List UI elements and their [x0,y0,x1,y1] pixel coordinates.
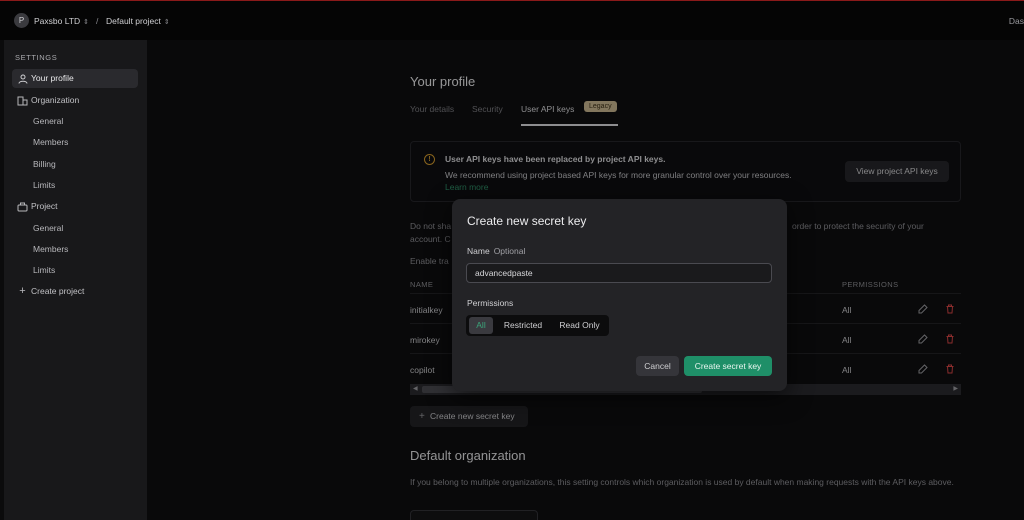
top-bar: P Paxsbo LTD ⇕ / Default project ⇕ Das [0,0,1024,40]
permissions-label: Permissions [467,298,514,308]
optional-hint: Optional [493,246,526,256]
sidebar-item-org-billing[interactable]: Billing [33,155,56,174]
permission-option-all[interactable]: All [469,317,493,334]
create-secret-key-dialog: Create new secret key NameOptional Permi… [452,199,787,391]
chevron-updown-icon: ⇕ [163,19,170,26]
breadcrumb-separator: / [96,16,99,26]
sidebar-item-your-profile[interactable]: Your profile [12,69,138,88]
sidebar-item-label: Create project [31,286,85,296]
sidebar-item-project[interactable]: Project [12,197,138,216]
create-secret-key-button[interactable]: Create secret key [684,356,772,376]
name-label: Name Optional [467,246,525,256]
org-name: Paxsbo LTD [34,16,81,26]
sidebar-item-org-limits[interactable]: Limits [33,176,55,195]
sidebar-item-label: Project [31,201,58,211]
settings-sidebar: SETTINGS Your profile Organization Gener… [4,40,147,520]
sidebar-item-project-general[interactable]: General [33,219,63,238]
sidebar-item-org-general[interactable]: General [33,112,63,131]
dialog-title: Create new secret key [467,214,587,228]
permission-option-restricted[interactable]: Restricted [496,317,550,334]
project-name: Default project [106,16,161,26]
sidebar-item-project-limits[interactable]: Limits [33,261,55,280]
cancel-button[interactable]: Cancel [636,356,679,376]
permission-option-read-only[interactable]: Read Only [553,317,606,334]
project-switcher[interactable]: Default project ⇕ [106,16,170,26]
plus-icon: + [19,285,26,297]
sidebar-item-label: Organization [31,95,80,105]
permissions-segmented-control: All Restricted Read Only [466,315,609,336]
user-icon [17,69,28,88]
sidebar-item-create-project[interactable]: + Create project [12,282,138,301]
sidebar-item-label: Your profile [31,73,74,83]
chevron-updown-icon: ⇕ [83,19,90,26]
building-icon [17,91,28,110]
sidebar-item-org-members[interactable]: Members [33,133,68,152]
key-name-input[interactable] [466,263,772,283]
name-label-text: Name [467,246,490,256]
sidebar-heading: SETTINGS [15,53,58,62]
dashboard-link[interactable]: Das [1009,16,1024,26]
sidebar-item-organization[interactable]: Organization [12,91,138,110]
org-avatar[interactable]: P [14,13,29,28]
sidebar-item-project-members[interactable]: Members [33,240,68,259]
briefcase-icon [17,197,28,216]
org-switcher[interactable]: Paxsbo LTD ⇕ [34,16,89,26]
